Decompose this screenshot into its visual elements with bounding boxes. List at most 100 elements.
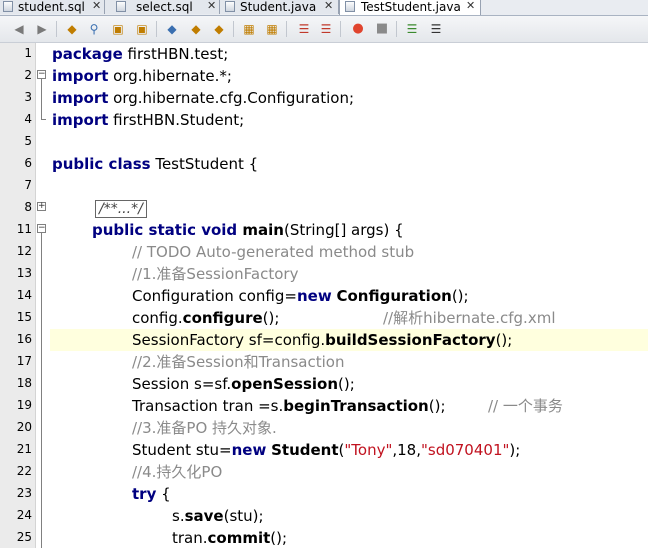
comment: // 一个事务 [488,397,563,415]
string-literal: "sd070401" [420,441,510,459]
code-line: config.configure(); [132,307,279,329]
code-text: ,18, [392,441,421,459]
close-icon[interactable]: ✕ [92,0,101,12]
comment: // TODO Auto-generated method stub [132,243,415,261]
code-line: import firstHBN.Student; [52,109,244,131]
code-line: Transaction tran =s.beginTransaction(); [132,395,446,417]
method-name: beginTransaction [283,397,429,415]
java-file-icon [345,1,355,12]
fold-end [41,119,46,120]
close-icon[interactable]: ✕ [466,0,475,12]
toolbar-separator [56,21,57,37]
code-line: public class TestStudent { [52,153,258,175]
line-number: 24 [16,508,32,522]
comment-icon[interactable]: ☰ [404,21,420,37]
keyword: new [231,441,267,459]
fold-collapse-icon[interactable]: − [37,224,46,233]
method-name: buildSessionFactory [325,331,496,349]
find-previous-icon[interactable]: ▣ [110,21,126,37]
find-icon[interactable]: ⚲ [86,21,102,37]
code-line: tran.commit(); [172,527,287,549]
toggle-highlight-icon[interactable]: ◆ [164,21,180,37]
line-number: 6 [24,156,32,170]
find-next-icon[interactable]: ▣ [134,21,150,37]
code-line: /**...*/ [95,197,147,219]
close-icon[interactable]: ✕ [207,0,216,12]
indent-icon[interactable]: ☰ [318,21,334,37]
fold-guide [41,233,42,548]
tab-student-java[interactable]: Student.java ✕ [220,0,339,14]
line-number: 19 [16,398,32,412]
comment: //2.准备Session和Transaction [132,353,345,371]
line-number: 14 [16,288,32,302]
find-selection-icon[interactable]: ◆ [64,21,80,37]
next-bookmark-icon[interactable]: ◆ [211,21,227,37]
line-number: 3 [24,90,32,104]
code-text: org.hibernate.cfg.Configuration; [108,89,355,107]
code-line: s.save(stu); [172,505,264,527]
close-icon[interactable]: ✕ [324,0,333,12]
method-name: Configuration [336,287,452,305]
code-text: Student stu= [132,441,232,459]
code-text: (); [262,309,280,327]
line-number: 20 [16,420,32,434]
tab-student-sql[interactable]: student.sql ✕ [0,0,105,14]
method-name: commit [207,529,271,547]
keyword: public static void [92,221,238,239]
method-name: openSession [231,375,339,393]
tab-label: TestStudent.java [361,0,461,14]
code-text: firstHBN.Student; [108,111,245,129]
string-literal: "Tony" [344,441,393,459]
previous-bookmark-icon[interactable]: ◆ [188,21,204,37]
forward-icon[interactable]: ▶ [34,21,50,37]
code-text: (); [270,529,288,547]
shift-left-icon[interactable]: ▦ [264,21,280,37]
fold-guide [41,79,42,119]
line-number: 21 [16,442,32,456]
java-file-icon [225,1,235,12]
line-number: 7 [24,178,32,192]
keyword: import [52,67,109,85]
code-text: tran. [172,529,208,547]
fold-expand-icon[interactable]: + [37,202,46,211]
back-icon[interactable]: ◀ [11,21,27,37]
code-text: firstHBN.test; [122,45,229,63]
code-line: //3.准备PO 持久对象. [132,417,277,439]
line-number: 11 [16,222,32,236]
code-text: (stu); [223,507,264,525]
uncomment-icon[interactable]: ☰ [428,21,444,37]
fold-collapse-icon[interactable]: − [37,70,46,79]
code-text: config. [132,309,183,327]
code-line: //4.持久化PO [132,461,222,483]
line-number: 23 [16,486,32,500]
line-number: 22 [16,464,32,478]
code-text: Configuration config= [132,287,297,305]
method-name: main [237,221,284,239]
toolbar-separator [396,21,397,37]
line-number: 1 [24,46,32,60]
tab-select-sql[interactable]: select.sql ✕ [105,0,220,14]
code-line: // TODO Auto-generated method stub [132,241,414,263]
code-line: package firstHBN.test; [52,43,228,65]
tab-label: Student.java [240,0,317,14]
keyword: new [296,287,332,305]
line-number: 18 [16,376,32,390]
sql-file-icon [116,1,126,12]
comment: //3.准备PO 持久对象. [132,419,277,437]
line-number-gutter: 1 2 3 4 5 6 7 8 11 12 13 14 15 16 17 18 … [0,43,36,548]
stop-macro-icon[interactable]: ■ [374,21,390,37]
line-number: 15 [16,310,32,324]
collapsed-javadoc[interactable]: /**...*/ [95,200,147,218]
code-text: SessionFactory sf=config. [132,331,326,349]
code-line: SessionFactory sf=config.buildSessionFac… [132,329,512,351]
tab-teststudent-java[interactable]: TestStudent.java ✕ [339,0,481,15]
code-line: Configuration config=new Configuration()… [132,285,469,307]
code-editor[interactable]: 1 2 3 4 5 6 7 8 11 12 13 14 15 16 17 18 … [0,43,648,548]
comment: //4.持久化PO [132,463,223,481]
code-line: //2.准备Session和Transaction [132,351,344,373]
toolbar-separator [233,21,234,37]
shift-right-icon[interactable]: ☰ [296,21,312,37]
code-line: import org.hibernate.cfg.Configuration; [52,87,354,109]
record-macro-icon[interactable]: ● [350,21,366,37]
toggle-bookmark-icon[interactable]: ▦ [241,21,257,37]
